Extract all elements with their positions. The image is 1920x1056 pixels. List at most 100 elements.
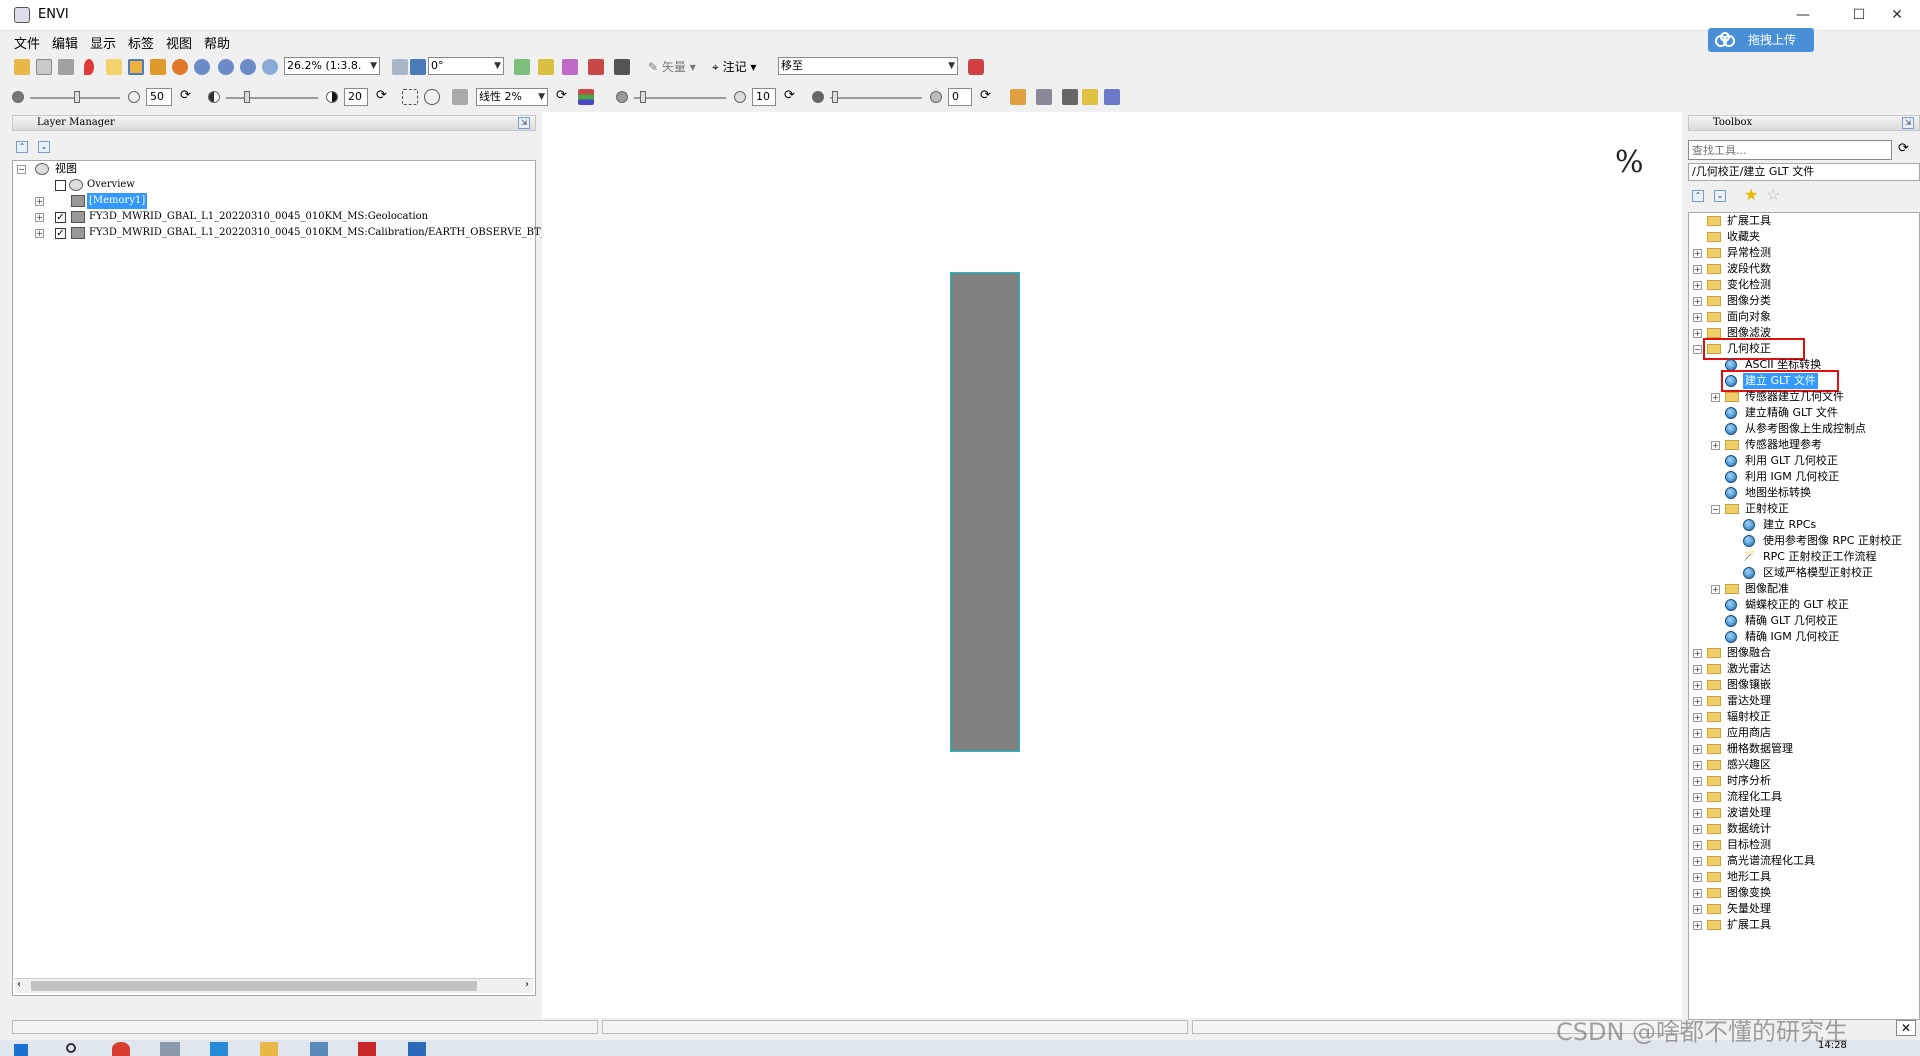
expand-icon[interactable]: + [35,229,44,238]
sharpen-input[interactable]: 10 [752,88,776,106]
rotate-icon[interactable] [172,59,188,75]
unfavorite-star-icon[interactable]: ☆ [1766,185,1780,204]
toolbox-folder[interactable]: + 地形工具 [1689,869,1919,885]
toolbox-folder[interactable]: 扩展工具 [1689,213,1919,229]
chart-icon[interactable] [588,59,604,75]
stop-icon[interactable] [968,59,984,75]
brightness-input[interactable]: 50 [146,88,172,106]
rotate-left-icon[interactable] [392,59,408,75]
stretch-select[interactable]: 线性 2% ▼ [476,88,548,106]
toolbox-folder[interactable]: + 辐射校正 [1689,709,1919,725]
crosshair-icon[interactable] [424,89,440,105]
menu-help[interactable]: 帮助 [204,33,230,52]
histogram-icon[interactable] [452,89,468,105]
refresh-icon[interactable]: ⟳ [180,88,191,103]
layer-checkbox[interactable]: ✓ [55,228,66,239]
horizontal-scrollbar[interactable]: ‹ › [15,978,533,993]
crop-icon[interactable] [58,59,74,75]
toolbox-tool[interactable]: 区域严格模型正射校正 [1689,565,1919,581]
toolbox-tool[interactable]: 使用参考图像 RPC 正射校正 [1689,533,1919,549]
pdf-icon[interactable] [358,1042,376,1056]
close-button[interactable]: ✕ [1874,0,1920,30]
toolbox-tool[interactable]: 地图坐标转换 [1689,485,1919,501]
toolbox-folder[interactable]: + 波谱处理 [1689,805,1919,821]
expand-all-icon[interactable]: ⌄ [38,141,50,153]
toolbox-folder[interactable]: − 几何校正 [1689,338,1919,360]
rotate-right-icon[interactable] [410,59,426,75]
rotation-select[interactable]: 0° ▼ [428,57,504,75]
toolbox-tool[interactable]: 建立精确 GLT 文件 [1689,405,1919,421]
vector-tool[interactable]: ✎ 矢量 ▾ [648,58,696,75]
toolbox-folder[interactable]: + 矢量处理 [1689,901,1919,917]
zoom-level-select[interactable]: 26.2% (1:3.8. ▼ [284,57,380,75]
select-pointer-icon[interactable] [106,59,122,75]
toolbox-folder[interactable]: + 图像分类 [1689,293,1919,309]
fly-icon[interactable] [150,59,166,75]
toolbox-folder[interactable]: + 扩展工具 [1689,917,1919,933]
settings-icon[interactable] [310,1042,328,1056]
toolbox-folder[interactable]: + 图像镶嵌 [1689,677,1919,693]
windows-start-icon[interactable] [14,1044,28,1056]
measure-icon[interactable] [614,59,630,75]
toolbox-tool[interactable]: 建立 GLT 文件 [1689,370,1919,392]
toolbox-folder[interactable]: + 感兴趣区 [1689,757,1919,773]
menu-view[interactable]: 视图 [166,33,192,52]
contrast-input[interactable]: 20 [344,88,368,106]
mail-icon[interactable] [408,1042,426,1056]
expand-icon[interactable]: + [1693,777,1702,786]
favorite-star-icon[interactable]: ★ [1744,185,1758,204]
zoom-icon[interactable] [194,59,210,75]
pan-hand-icon[interactable] [128,59,144,75]
expand-icon[interactable]: + [35,197,44,206]
transparency-slider-thumb[interactable] [832,91,838,103]
pin-panel-icon[interactable]: ⇲ [518,117,530,129]
contrast-slider-thumb[interactable] [244,91,250,103]
expand-icon[interactable]: + [1693,857,1702,866]
zoom-fit-icon[interactable] [262,59,278,75]
profile-icon[interactable] [562,59,578,75]
refresh-icon[interactable]: ⟳ [784,88,795,103]
toolbox-folder[interactable]: + 应用商店 [1689,725,1919,741]
wave-icon[interactable] [538,59,554,75]
zoom-in-icon[interactable] [218,59,234,75]
app-icon[interactable] [210,1042,228,1056]
expand-icon[interactable]: + [1693,313,1702,322]
toolbox-folder[interactable]: + 波段代数 [1689,261,1919,277]
scroll-left-icon[interactable]: ‹ [17,979,21,990]
sharpen-slider-track[interactable] [634,97,726,99]
expand-icon[interactable]: + [1711,393,1720,402]
collapse-all-icon[interactable]: ⌃ [1692,190,1704,202]
expand-icon[interactable]: + [1693,329,1702,338]
expand-icon[interactable]: + [1693,889,1702,898]
annotation-tool[interactable]: ⌖ 注记 ▾ [712,58,756,75]
transparency-slider-track[interactable] [830,97,922,99]
expand-icon[interactable]: + [1693,249,1702,258]
toolbox-folder[interactable]: + 栅格数据管理 [1689,741,1919,757]
envi-taskbar-icon[interactable] [160,1042,180,1056]
image-display[interactable] [542,112,1682,1018]
toolbox-folder[interactable]: + 雷达处理 [1689,693,1919,709]
tile-icon[interactable] [1104,89,1120,105]
toolbox-folder[interactable]: + 目标检测 [1689,837,1919,853]
expand-icon[interactable]: + [1711,585,1720,594]
collapse-icon[interactable]: − [1711,505,1720,514]
toolbox-folder[interactable]: + 激光雷达 [1689,661,1919,677]
pin-panel-icon[interactable]: ⇲ [1902,117,1914,129]
contrast-slider-track[interactable] [226,97,318,99]
toolbox-folder[interactable]: + 高光谱流程化工具 [1689,853,1919,869]
image-icon[interactable] [1036,89,1052,105]
expand-icon[interactable]: + [1693,729,1702,738]
expand-icon[interactable]: + [1693,825,1702,834]
toolbox-tool[interactable]: 精确 GLT 几何校正 [1689,613,1919,629]
toolbox-folder[interactable]: + 传感器地理参考 [1689,437,1919,453]
ruler-icon[interactable] [1010,89,1026,105]
expand-icon[interactable]: + [1693,281,1702,290]
toolbox-search-input[interactable] [1688,140,1892,160]
raster-image[interactable] [950,272,1020,752]
toolbox-folder[interactable]: + 传感器建立几何文件 [1689,389,1919,405]
toolbox-folder[interactable]: − 正射校正 [1689,501,1919,517]
menu-edit[interactable]: 编辑 [52,33,78,52]
toolbox-folder[interactable]: 收藏夹 [1689,229,1919,245]
collapse-icon[interactable]: − [17,165,26,174]
toolbox-folder[interactable]: + 流程化工具 [1689,789,1919,805]
